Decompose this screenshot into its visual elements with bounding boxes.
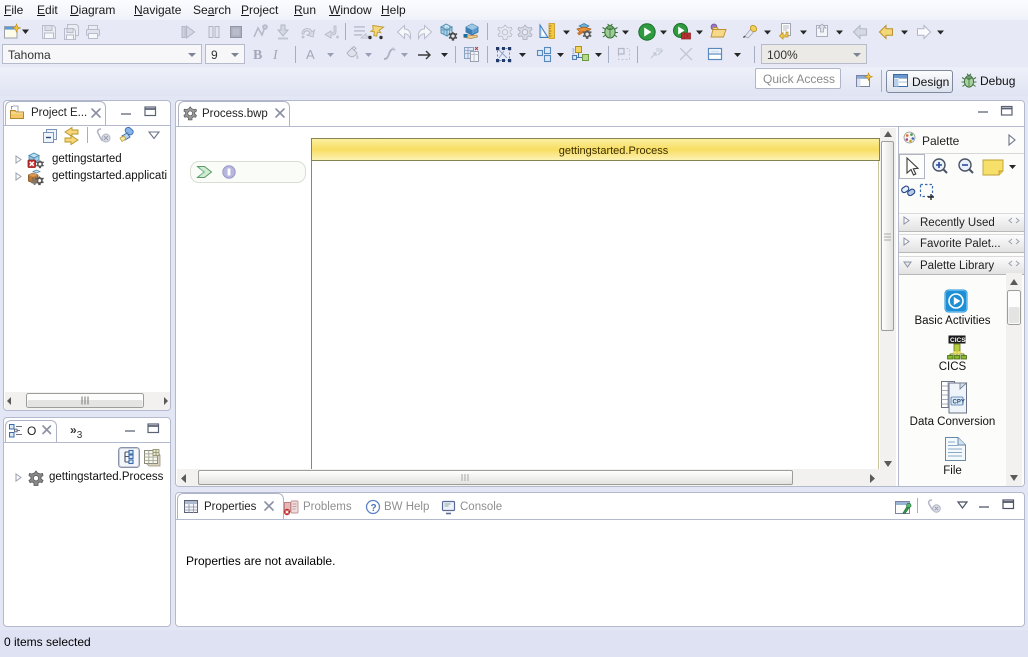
svg-text:B: B [253,48,262,63]
svg-text:A: A [306,47,315,62]
svg-text:I: I [272,48,279,63]
svg-text:O: O [27,424,36,438]
svg-text:CPY: CPY [953,400,965,406]
svg-text:CICS: CICS [950,337,966,344]
svg-text:?: ? [371,503,377,514]
